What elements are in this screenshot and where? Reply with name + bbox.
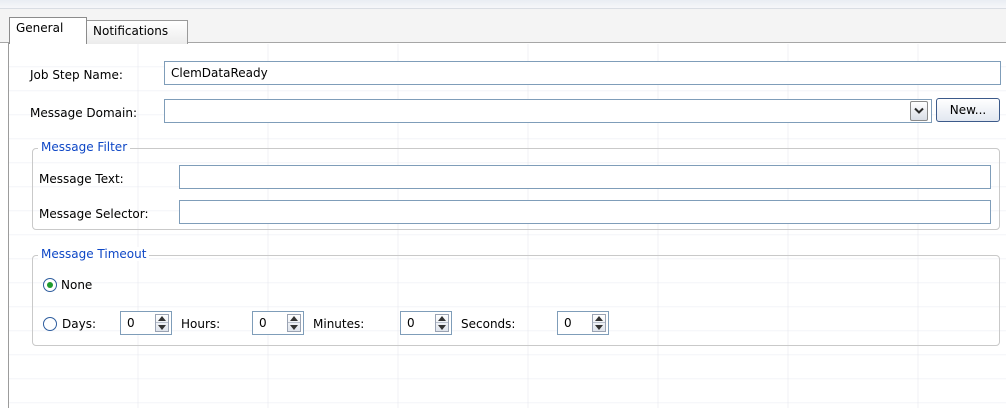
spin-down-icon[interactable] (156, 323, 168, 331)
days-label: Days: (62, 317, 96, 331)
spin-down-icon[interactable] (436, 323, 448, 331)
seconds-spin-buttons (592, 314, 606, 332)
job-step-name-label: Job Step Name: (30, 68, 123, 82)
job-step-name-input[interactable]: ClemDataReady (164, 61, 1001, 85)
message-selector-label: Message Selector: (39, 207, 149, 221)
minutes-spinner[interactable]: 0 (400, 311, 452, 335)
message-domain-dropdown-button[interactable] (910, 101, 928, 121)
seconds-spinner[interactable]: 0 (557, 311, 609, 335)
radio-selected-dot (47, 282, 53, 288)
minutes-label: Minutes: (313, 317, 365, 331)
message-text-label: Message Text: (39, 172, 124, 186)
tab-bar: General Notifications (0, 9, 1006, 44)
spin-up-icon[interactable] (593, 315, 605, 323)
chevron-down-icon (914, 107, 924, 114)
message-text-input[interactable] (179, 165, 991, 189)
general-panel: Job Step Name: ClemDataReady Message Dom… (9, 44, 1006, 408)
hours-spinner[interactable]: 0 (252, 311, 304, 335)
message-selector-input[interactable] (179, 200, 991, 224)
spin-up-icon[interactable] (436, 315, 448, 323)
days-spinner[interactable]: 0 (120, 311, 172, 335)
message-filter-legend: Message Filter (38, 140, 131, 154)
message-timeout-group (32, 255, 1000, 346)
seconds-value: 0 (564, 316, 572, 330)
spin-up-icon[interactable] (288, 315, 300, 323)
hours-label: Hours: (181, 317, 221, 331)
seconds-label: Seconds: (461, 317, 516, 331)
message-timeout-legend: Message Timeout (38, 247, 150, 261)
days-radio[interactable] (43, 317, 57, 331)
none-radio[interactable] (43, 278, 57, 292)
minutes-value: 0 (407, 316, 415, 330)
days-spin-buttons (155, 314, 169, 332)
spin-up-icon[interactable] (156, 315, 168, 323)
none-radio-label: None (61, 278, 93, 292)
days-value: 0 (127, 316, 135, 330)
top-strip (0, 0, 1006, 9)
message-domain-label: Message Domain: (30, 106, 138, 120)
new-domain-button[interactable]: New... (936, 98, 1000, 122)
minutes-spin-buttons (435, 314, 449, 332)
spin-down-icon[interactable] (593, 323, 605, 331)
hours-value: 0 (259, 316, 267, 330)
spin-down-icon[interactable] (288, 323, 300, 331)
hours-spin-buttons (287, 314, 301, 332)
tab-general[interactable]: General (9, 17, 87, 44)
tab-notifications[interactable]: Notifications (86, 20, 188, 44)
message-domain-select[interactable] (164, 99, 932, 123)
